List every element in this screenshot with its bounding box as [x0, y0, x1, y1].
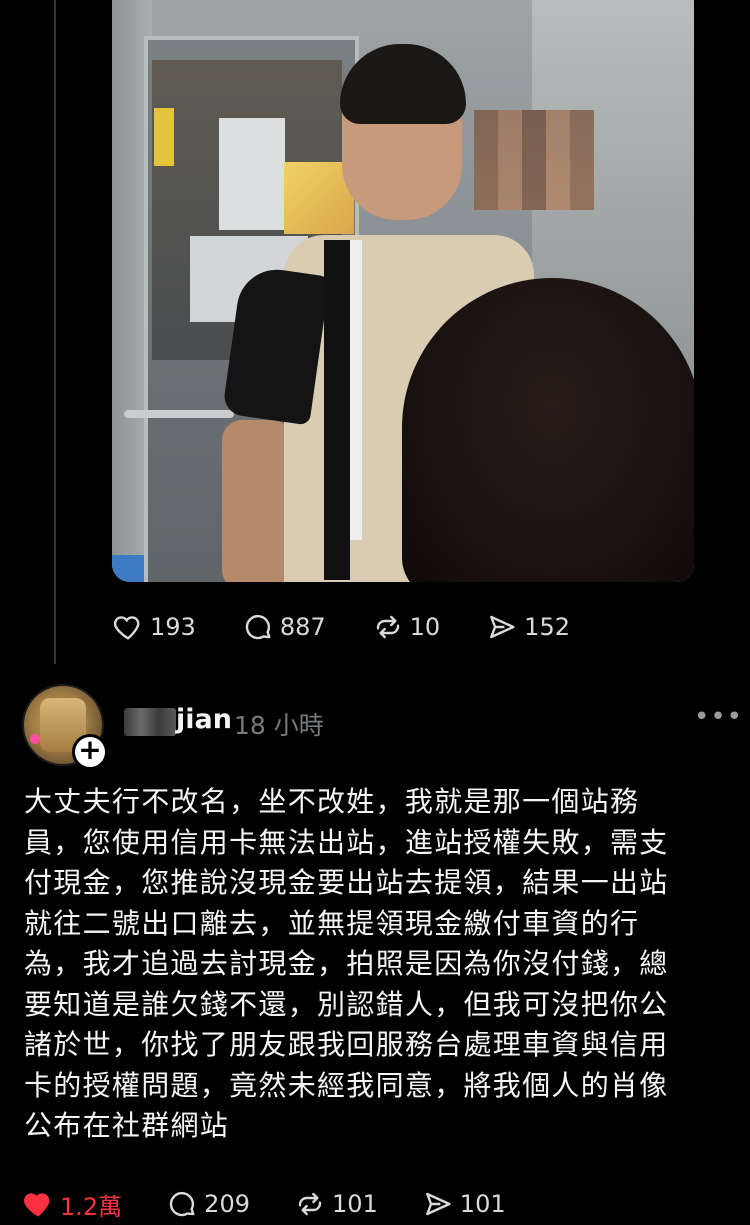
image-uniform-stripe	[350, 240, 362, 540]
username-redaction	[124, 708, 176, 736]
reply-repost-button[interactable]: 101	[294, 1188, 378, 1220]
reply-text-line: 付現金，您推說沒現金要出站去提領，結果一出站	[24, 866, 669, 899]
post-action-bar: 193 887 10 152	[112, 607, 616, 647]
image-sign	[154, 108, 174, 166]
comment-bubble-icon	[245, 614, 271, 640]
follow-plus-button[interactable]: +	[72, 734, 108, 770]
reply-action-bar: 1.2萬 209 101 101	[22, 1183, 550, 1225]
image-door-handle	[124, 410, 234, 418]
reply-comment-count: 209	[204, 1190, 250, 1218]
like-count: 193	[150, 613, 196, 641]
reply-text-line: 諸於世，你找了朋友跟我回服務台處理車資與信用	[24, 1028, 669, 1061]
image-face-mosaic	[474, 110, 594, 210]
image-corner	[112, 555, 144, 582]
reply-comment-button[interactable]: 209	[166, 1188, 250, 1220]
reply-text: 大丈夫行不改名，坐不改姓，我就是那一個站務 員，您使用信用卡無法出站，進站授權失…	[24, 782, 724, 1147]
reply-repost-count: 101	[331, 1190, 378, 1218]
thread-connector-line	[54, 0, 56, 664]
reply-text-line: 就往二號出口離去，並無提領現金繳付車資的行	[24, 906, 640, 940]
avatar-flower	[30, 734, 40, 744]
reply-text-line: 公布在社群網站	[24, 1109, 230, 1142]
repost-icon	[376, 615, 399, 639]
repost-count: 10	[409, 613, 441, 641]
comment-button[interactable]: 887	[242, 611, 326, 643]
repost-icon	[298, 1192, 322, 1216]
reply-share-button[interactable]: 101	[422, 1188, 506, 1220]
image-notice	[219, 118, 285, 230]
image-uniform-stripe	[324, 240, 350, 580]
image-arm	[222, 420, 292, 582]
reply-text-line: 要知道是誰欠錢不還，別認錯人，但我可沒把你公	[24, 987, 669, 1021]
comment-count: 887	[279, 613, 326, 641]
reply-text-line: 卡的授權問題，竟然未經我同意，將我個人的肖像	[24, 1068, 669, 1102]
more-options-button[interactable]: •••	[694, 702, 743, 732]
reply-timestamp: 18 小時	[234, 711, 324, 740]
comment-bubble-icon	[170, 1191, 195, 1217]
reply-text-line: 大丈夫行不改名，坐不改姓，我就是那一個站務	[24, 785, 640, 818]
reply-text-line: 員，您使用信用卡無法出站，進站授權失敗，需支	[24, 825, 669, 859]
share-button[interactable]: 152	[486, 611, 570, 643]
reply-username[interactable]: jian	[176, 704, 232, 735]
like-button[interactable]: 193	[112, 611, 196, 643]
repost-button[interactable]: 10	[372, 611, 441, 643]
share-count: 152	[524, 613, 570, 641]
reply-like-button[interactable]: 1.2萬	[22, 1187, 122, 1222]
image-foreground-head	[402, 278, 694, 582]
reply-like-count: 1.2萬	[60, 1192, 123, 1221]
heart-icon	[113, 616, 140, 640]
post-image[interactable]	[112, 0, 694, 582]
send-icon	[490, 615, 515, 639]
reply-share-count: 101	[459, 1190, 506, 1218]
heart-filled-icon	[24, 1193, 50, 1217]
reply-text-line: 為，我才追過去討現金，拍照是因為你沒付錢，總	[24, 947, 669, 980]
send-icon	[425, 1192, 451, 1216]
